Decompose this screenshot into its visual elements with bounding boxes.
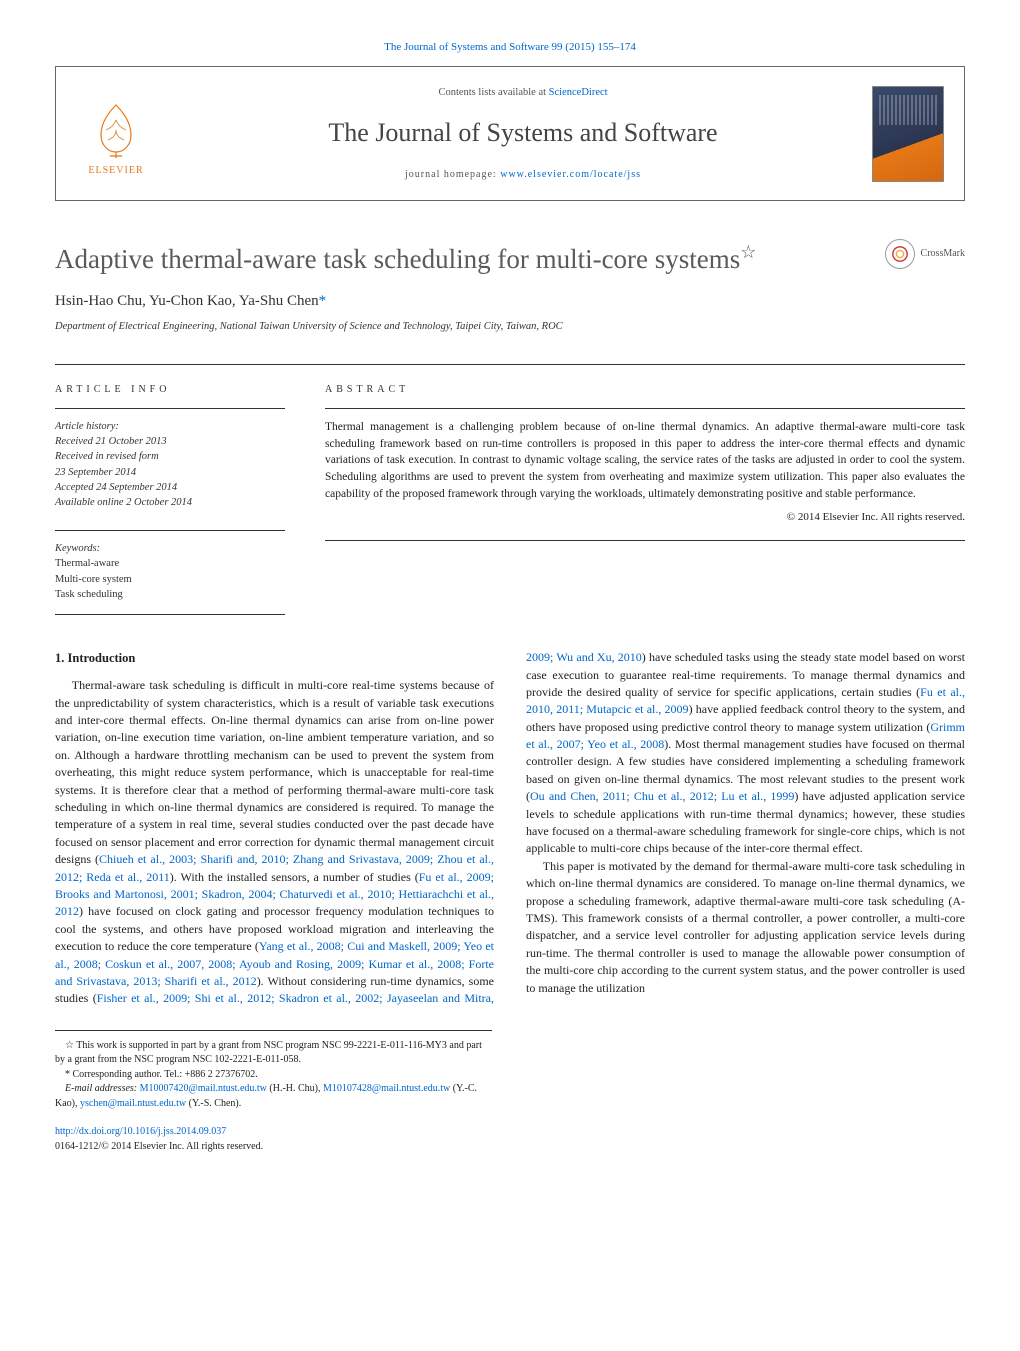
journal-homepage-link[interactable]: www.elsevier.com/locate/jss xyxy=(500,169,641,180)
doi-block: http://dx.doi.org/10.1016/j.jss.2014.09.… xyxy=(55,1125,965,1154)
corr-footnote: Corresponding author. Tel.: +886 2 27376… xyxy=(70,1069,258,1080)
citation-link[interactable]: The Journal of Systems and Software 99 (… xyxy=(384,41,636,53)
abstract-copyright: © 2014 Elsevier Inc. All rights reserved… xyxy=(325,510,965,541)
crossmark-icon xyxy=(885,239,915,269)
abstract-heading: ABSTRACT xyxy=(325,383,965,398)
abstract-text: Thermal management is a challenging prob… xyxy=(325,419,965,502)
journal-cover-thumbnail xyxy=(872,86,944,182)
journal-homepage-line: journal homepage: www.elsevier.com/locat… xyxy=(174,168,872,183)
funding-footnote-mark: ☆ xyxy=(65,1040,74,1051)
sciencedirect-link[interactable]: ScienceDirect xyxy=(549,87,608,98)
elsevier-wordmark: ELSEVIER xyxy=(88,164,143,179)
divider xyxy=(55,408,285,409)
contents-available-line: Contents lists available at ScienceDirec… xyxy=(174,85,872,100)
author-email-link[interactable]: yschen@mail.ntust.edu.tw xyxy=(80,1098,186,1109)
author-affiliation: Department of Electrical Engineering, Na… xyxy=(55,319,965,334)
author-list: Hsin-Hao Chu, Yu-Chon Kao, Ya-Shu Chen* xyxy=(55,291,965,313)
author-email-link[interactable]: M10007420@mail.ntust.edu.tw xyxy=(140,1083,267,1094)
header-citation: The Journal of Systems and Software 99 (… xyxy=(55,40,965,56)
section-heading-1: 1. Introduction xyxy=(55,649,494,667)
citation-link[interactable]: Ou and Chen, 2011; Chu et al., 2012; Lu … xyxy=(530,789,794,803)
article-history: Article history: Received 21 October 201… xyxy=(55,419,285,510)
author-email-link[interactable]: M10107428@mail.ntust.edu.tw xyxy=(323,1083,450,1094)
title-footnote-mark: ☆ xyxy=(740,242,756,262)
issn-copyright-line: 0164-1212/© 2014 Elsevier Inc. All right… xyxy=(55,1140,965,1155)
footnotes: ☆ This work is supported in part by a gr… xyxy=(55,1030,492,1112)
doi-link[interactable]: http://dx.doi.org/10.1016/j.jss.2014.09.… xyxy=(55,1126,226,1137)
divider xyxy=(325,408,965,409)
keywords-block: Keywords: Thermal-aware Multi-core syste… xyxy=(55,541,285,615)
article-title: Adaptive thermal-aware task scheduling f… xyxy=(55,239,885,279)
article-body: 1. Introduction Thermal-aware task sched… xyxy=(55,649,965,1008)
article-info-heading: ARTICLE INFO xyxy=(55,383,285,398)
crossmark-label: CrossMark xyxy=(921,247,965,262)
funding-footnote: This work is supported in part by a gran… xyxy=(55,1040,482,1066)
corresponding-author-mark[interactable]: * xyxy=(319,293,327,309)
email-addresses-label: E-mail addresses: xyxy=(65,1083,140,1094)
paragraph: This paper is motivated by the demand fo… xyxy=(526,858,965,997)
divider xyxy=(55,530,285,531)
elsevier-logo: ELSEVIER xyxy=(76,89,156,179)
journal-header-box: ELSEVIER Contents lists available at Sci… xyxy=(55,66,965,201)
journal-name: The Journal of Systems and Software xyxy=(174,114,872,152)
elsevier-tree-icon xyxy=(86,100,146,160)
crossmark-widget[interactable]: CrossMark xyxy=(885,239,965,269)
